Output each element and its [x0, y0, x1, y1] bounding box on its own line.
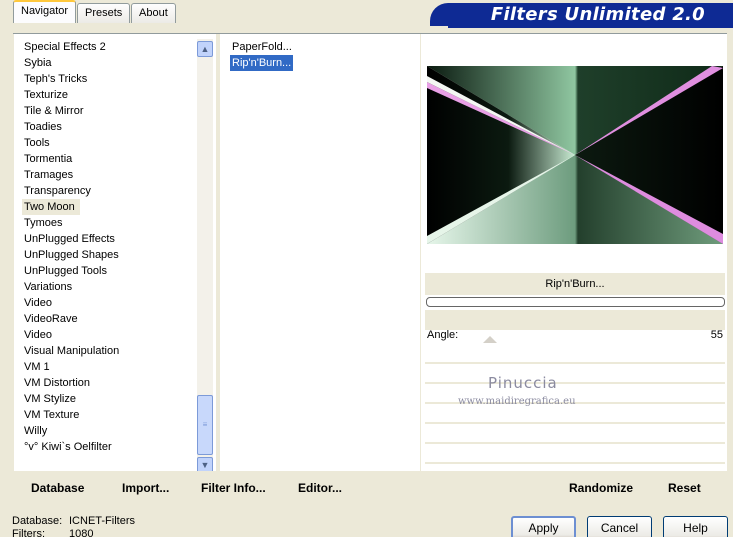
editor-button[interactable]: Editor... — [298, 481, 342, 495]
category-item[interactable]: Tile & Mirror — [22, 103, 202, 119]
watermark-name: Pinuccia — [488, 374, 558, 392]
param-header-strip — [425, 310, 725, 330]
list-divider — [216, 34, 220, 471]
category-item[interactable]: VideoRave — [22, 311, 202, 327]
import-button[interactable]: Import... — [122, 481, 169, 495]
scroll-up-icon[interactable]: ▲ — [197, 41, 213, 57]
category-item[interactable]: UnPlugged Tools — [22, 263, 202, 279]
category-item[interactable]: Tymoes — [22, 215, 202, 231]
preview-filter-name: Rip'n'Burn... — [425, 273, 725, 295]
param-label: Angle: — [427, 329, 459, 341]
category-item[interactable]: Video — [22, 327, 202, 343]
tab-presets[interactable]: Presets — [77, 3, 131, 23]
category-item[interactable]: Tramages — [22, 167, 202, 183]
filter-item[interactable]: PaperFold... — [230, 39, 294, 55]
category-scrollbar[interactable]: ▲ ≡ ▼ — [197, 39, 213, 473]
tab-label: Presets — [85, 7, 123, 19]
category-item[interactable]: Visual Manipulation — [22, 343, 202, 359]
app-banner: Filters Unlimited 2.0 — [430, 3, 733, 26]
tab-label: About — [139, 7, 168, 19]
category-item[interactable]: Texturize — [22, 87, 202, 103]
category-item[interactable]: Special Effects 2 — [22, 39, 202, 55]
randomize-button[interactable]: Randomize — [569, 481, 633, 495]
progress-bar — [426, 297, 725, 307]
status-area: Database: ICNET-Filters Filters: 1080 — [12, 515, 135, 537]
app-title: Filters Unlimited 2.0 — [490, 4, 705, 25]
filters-count-value: 1080 — [69, 528, 94, 537]
category-item[interactable]: °v° Kiwi`s Oelfilter — [22, 439, 202, 455]
category-item[interactable]: UnPlugged Effects — [22, 231, 202, 247]
apply-button[interactable]: Apply — [511, 516, 576, 537]
navigator-panel: Special Effects 2 Sybia Teph's Tricks Textu… — [14, 34, 420, 473]
category-item[interactable]: VM Texture — [22, 407, 202, 423]
category-item[interactable]: Variations — [22, 279, 202, 295]
filter-info-button[interactable]: Filter Info... — [201, 481, 266, 495]
filters-count-label: Filters: — [12, 528, 45, 537]
category-item[interactable]: VM Distortion — [22, 375, 202, 391]
help-button[interactable]: Help — [663, 516, 728, 537]
param-slot — [425, 446, 725, 464]
category-item[interactable]: Sybia — [22, 55, 202, 71]
preview-image — [427, 66, 723, 244]
tab-navigator[interactable]: Navigator — [13, 0, 77, 23]
database-label: Database: — [12, 515, 63, 527]
tab-about[interactable]: About — [131, 3, 176, 23]
filter-item[interactable]: Rip'n'Burn... — [230, 55, 294, 71]
param-value: 55 — [710, 329, 723, 341]
reset-button[interactable]: Reset — [668, 481, 701, 495]
category-item[interactable]: Tormentia — [22, 151, 202, 167]
watermark-url: www.maidiregrafica.eu — [458, 396, 576, 407]
param-row-angle[interactable]: Angle: 55 — [425, 328, 725, 344]
category-item[interactable]: VM 1 — [22, 359, 202, 375]
banner-underline — [448, 26, 733, 28]
category-item[interactable]: Transparency — [22, 183, 202, 199]
cancel-button[interactable]: Cancel — [587, 516, 652, 537]
param-slot — [425, 426, 725, 444]
param-slot — [425, 366, 725, 384]
scroll-thumb[interactable]: ≡ — [197, 395, 213, 455]
right-button-bar: Randomize Reset — [425, 471, 727, 500]
category-item[interactable]: Tools — [22, 135, 202, 151]
category-item[interactable]: Toadies — [22, 119, 202, 135]
database-button[interactable]: Database — [31, 481, 84, 495]
category-list[interactable]: Special Effects 2 Sybia Teph's Tricks Textu… — [22, 39, 202, 455]
category-item[interactable]: UnPlugged Shapes — [22, 247, 202, 263]
preview-panel: Rip'n'Burn... Angle: 55 Pinuccia www.mai… — [421, 34, 727, 471]
left-button-bar: Database Import... Filter Info... Editor… — [14, 471, 420, 500]
slider-thumb-icon[interactable] — [483, 336, 497, 343]
filter-list[interactable]: PaperFold... Rip'n'Burn... — [230, 39, 420, 71]
param-slot — [425, 346, 725, 364]
category-item[interactable]: Two Moon — [22, 199, 80, 215]
tab-label: Navigator — [21, 5, 69, 17]
category-item[interactable]: Teph's Tricks — [22, 71, 202, 87]
category-item[interactable]: Video — [22, 295, 202, 311]
database-value: ICNET-Filters — [69, 515, 135, 527]
category-item[interactable]: Willy — [22, 423, 202, 439]
category-item[interactable]: VM Stylize — [22, 391, 202, 407]
param-slot — [425, 406, 725, 424]
